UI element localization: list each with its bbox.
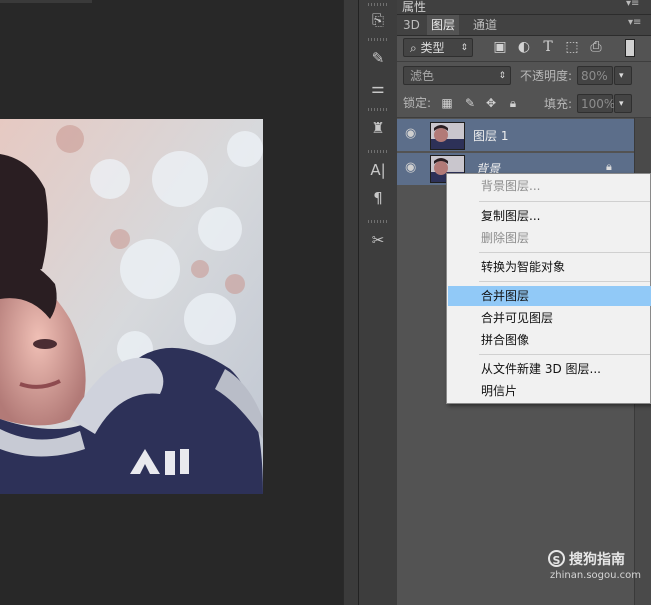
panel-menu-icon[interactable]: ▾≡ [626, 0, 639, 9]
filter-toggle-switch[interactable] [625, 39, 635, 57]
photo-artwork [0, 119, 263, 494]
fill-chevron-icon[interactable]: ▾ [614, 94, 632, 113]
lock-transparent-icon[interactable]: ▦ [438, 94, 456, 112]
tools-icon[interactable]: ✂ [364, 228, 392, 252]
fill-label: 填充: [544, 97, 573, 111]
paragraph-icon[interactable]: ¶ [364, 186, 392, 210]
menu-item-convert-smart-object[interactable]: 转换为智能对象 [448, 257, 651, 277]
panel-icon-strip: ⎘ ✎ ⚌ ♜ A| ¶ ✂ [358, 0, 398, 605]
tab-channels[interactable]: 通道 [469, 15, 501, 35]
layer-context-menu: 背景图层... 复制图层... 删除图层 转换为智能对象 合并图层 合并可见图层… [446, 173, 651, 404]
chevron-updown-icon: ⇕ [498, 71, 506, 81]
strip-grip[interactable] [368, 38, 388, 41]
blend-mode-dropdown[interactable]: 滤色 ⇕ [403, 66, 511, 85]
menu-item-merge-layers[interactable]: 合并图层 [448, 286, 651, 306]
menu-item-postcard[interactable]: 明信片 [448, 381, 651, 401]
image-filter-icon[interactable]: ▣ [491, 38, 509, 56]
menu-item-background-layer[interactable]: 背景图层... [448, 176, 651, 196]
opacity-label: 不透明度: [520, 69, 573, 83]
clone-source-icon[interactable]: ♜ [364, 116, 392, 140]
menu-item-flatten-image[interactable]: 拼合图像 [448, 330, 651, 350]
shape-filter-icon[interactable]: ⬚ [563, 38, 581, 56]
watermark-brand: 搜狗指南 [569, 552, 625, 568]
menu-item-new-3d-layer[interactable]: 从文件新建 3D 图层... [448, 359, 651, 379]
visibility-eye-icon[interactable]: ◉ [405, 160, 416, 175]
opacity-field[interactable]: 80% [577, 66, 613, 85]
history-icon[interactable]: ⎘ [364, 8, 392, 32]
separator [397, 61, 651, 62]
panel-gutter [343, 0, 358, 605]
menu-separator [479, 281, 650, 282]
menu-item-duplicate-layer[interactable]: 复制图层... [448, 206, 651, 226]
character-icon[interactable]: A| [364, 158, 392, 182]
brush-presets-icon[interactable]: ✎ [364, 46, 392, 70]
layer-lock-icon: 🔒︎ [606, 160, 612, 173]
sogou-logo-icon: S [548, 550, 565, 567]
adjustments-icon[interactable]: ⚌ [364, 76, 392, 100]
menu-separator [479, 354, 650, 355]
document-tab-edge [0, 0, 92, 3]
strip-grip[interactable] [368, 150, 388, 153]
lock-label: 锁定: [403, 96, 432, 110]
menu-item-merge-visible[interactable]: 合并可见图层 [448, 308, 651, 328]
tab-menu-icon[interactable]: ▾≡ [628, 17, 641, 28]
layer-name[interactable]: 图层 1 [473, 127, 508, 144]
strip-grip[interactable] [368, 3, 388, 6]
opacity-chevron-icon[interactable]: ▾ [614, 66, 632, 85]
lock-image-brush-icon[interactable]: ✎ [461, 94, 479, 112]
search-icon: ⌕ [410, 41, 421, 55]
smart-object-filter-icon[interactable]: ⎙ [587, 38, 605, 56]
sogou-watermark: S 搜狗指南 zhinan.sogou.com [548, 548, 648, 588]
strip-grip[interactable] [368, 108, 388, 111]
menu-item-delete-layer[interactable]: 删除图层 [448, 228, 651, 248]
menu-separator [479, 252, 650, 253]
filter-kind-dropdown[interactable]: ⌕ 类型 ⇕ [403, 38, 473, 57]
tab-3d[interactable]: 3D [399, 15, 424, 35]
adjustment-filter-icon[interactable]: ◐ [515, 38, 533, 56]
blend-mode-value: 滤色 [410, 69, 435, 83]
properties-bar [397, 0, 651, 15]
tab-layers[interactable]: 图层 [427, 15, 460, 35]
lock-position-move-icon[interactable]: ✥ [482, 94, 500, 112]
properties-title[interactable]: 属性 [402, 0, 426, 15]
fill-field[interactable]: 100% [577, 94, 615, 113]
layer-thumbnail[interactable] [430, 122, 465, 150]
layer-thumbnail-image [431, 123, 464, 149]
type-filter-icon[interactable]: T [539, 38, 557, 56]
chevron-updown-icon: ⇕ [460, 43, 468, 53]
lock-all-icon[interactable]: 🔒︎ [504, 94, 522, 112]
menu-separator [479, 201, 650, 202]
separator [397, 117, 651, 118]
filter-kind-label: 类型 [420, 41, 445, 55]
strip-grip[interactable] [368, 220, 388, 223]
watermark-url: zhinan.sogou.com [550, 570, 642, 581]
visibility-eye-icon[interactable]: ◉ [405, 126, 416, 141]
document-photo[interactable] [0, 119, 263, 494]
